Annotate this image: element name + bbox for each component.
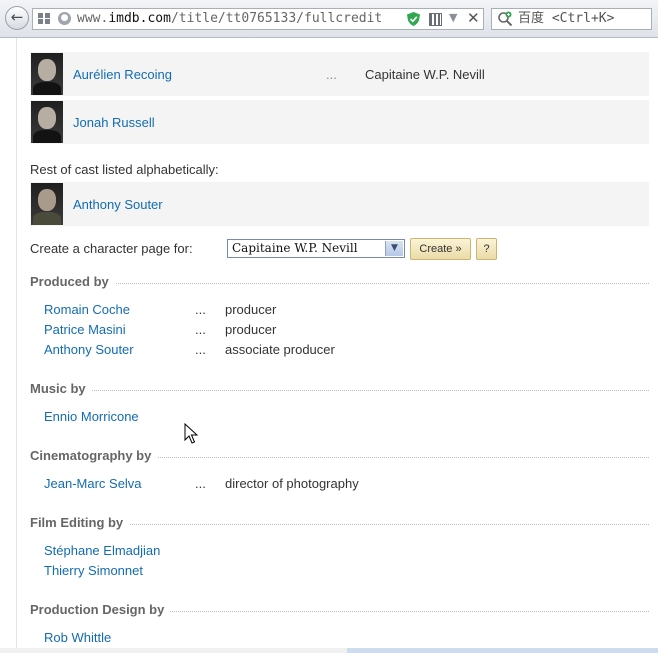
close-icon[interactable]: ✕ <box>467 9 480 27</box>
avatar[interactable] <box>31 183 63 225</box>
cast-row: Jonah Russell <box>30 100 649 144</box>
credit-row: Rob Whittle <box>44 630 644 648</box>
url-text[interactable]: www.imdb.com/title/tt0765133/fullcredit <box>77 11 403 27</box>
credit-role: director of photography <box>225 476 359 491</box>
credit-row: Thierry Simonnet <box>44 563 644 581</box>
credit-name-link[interactable]: Anthony Souter <box>44 342 134 357</box>
credit-name-link[interactable]: Patrice Masini <box>44 322 126 337</box>
create-character-label: Create a character page for: <box>30 241 193 256</box>
credit-ellipsis: ... <box>195 322 206 337</box>
qr-code-icon[interactable] <box>429 13 442 26</box>
section-heading-text: Music by <box>30 381 92 396</box>
status-bar <box>0 648 658 653</box>
avatar[interactable] <box>31 101 63 143</box>
section-heading: Produced by <box>30 274 649 292</box>
chevron-down-icon[interactable]: ▼ <box>449 11 457 24</box>
cast-name-link[interactable]: Jonah Russell <box>73 115 155 130</box>
search-icon[interactable] <box>497 11 513 27</box>
search-placeholder: 百度 <Ctrl+K> <box>518 11 615 26</box>
cast-ellipsis: ... <box>326 67 337 82</box>
section-heading-text: Film Editing by <box>30 515 130 530</box>
credit-row: Patrice Masini ... producer <box>44 322 644 340</box>
url-prefix: www. <box>77 11 109 26</box>
credit-row: Jean-Marc Selva ... director of photogra… <box>44 476 644 494</box>
credit-name-link[interactable]: Ennio Morricone <box>44 409 139 424</box>
character-select[interactable]: Capitaine W.P. Nevill ▼ <box>227 239 405 258</box>
credit-name-link[interactable]: Thierry Simonnet <box>44 563 143 578</box>
credit-row: Anthony Souter ... associate producer <box>44 342 644 360</box>
credit-name-link[interactable]: Romain Coche <box>44 302 130 317</box>
rest-of-cast-label: Rest of cast listed alphabetically: <box>30 162 219 177</box>
credit-name-link[interactable]: Jean-Marc Selva <box>44 476 142 491</box>
credit-ellipsis: ... <box>195 302 206 317</box>
page-content: Aurélien Recoing ... Capitaine W.P. Nevi… <box>16 38 658 648</box>
credit-name-link[interactable]: Stéphane Elmadjian <box>44 543 160 558</box>
credit-role: producer <box>225 302 277 317</box>
cast-character: Capitaine W.P. Nevill <box>365 67 485 82</box>
create-button[interactable]: Create » <box>410 238 471 260</box>
back-arrow-icon: ← <box>10 8 24 26</box>
search-bar[interactable]: 百度 <Ctrl+K> <box>491 8 652 30</box>
section-heading-text: Production Design by <box>30 602 171 617</box>
cast-name-link[interactable]: Aurélien Recoing <box>73 67 172 82</box>
mouse-cursor-icon <box>184 423 198 444</box>
url-domain: imdb.com <box>108 11 171 26</box>
browser-toolbar: ← ● www.imdb.com/title/tt0765133/fullcre… <box>0 0 658 38</box>
section-heading: Film Editing by <box>30 515 649 533</box>
credit-ellipsis: ... <box>195 476 206 491</box>
section-heading: Production Design by <box>30 602 649 620</box>
url-path: /title/tt0765133/fullcredit <box>170 11 383 26</box>
credit-row: Stéphane Elmadjian <box>44 543 644 561</box>
credit-ellipsis: ... <box>195 342 206 357</box>
credit-role: associate producer <box>225 342 335 357</box>
credit-role: producer <box>225 322 277 337</box>
credit-row: Romain Coche ... producer <box>44 302 644 320</box>
back-button[interactable]: ← <box>5 6 29 30</box>
apps-grid-icon[interactable] <box>38 13 51 25</box>
create-character-row: Create a character page for: Capitaine W… <box>30 238 649 262</box>
character-select-value: Capitaine W.P. Nevill <box>232 241 358 255</box>
credit-name-link[interactable]: Rob Whittle <box>44 630 111 645</box>
section-heading-text: Cinematography by <box>30 448 158 463</box>
chevron-down-icon[interactable]: ▼ <box>385 241 403 256</box>
credit-row: Ennio Morricone <box>44 409 644 427</box>
section-heading-text: Produced by <box>30 274 115 289</box>
section-heading: Cinematography by <box>30 448 649 466</box>
cast-name-link[interactable]: Anthony Souter <box>73 197 163 212</box>
cast-row: Aurélien Recoing ... Capitaine W.P. Nevi… <box>30 52 649 96</box>
help-button[interactable]: ? <box>476 238 497 260</box>
cast-row: Anthony Souter <box>30 182 649 226</box>
globe-icon: ● <box>58 12 71 25</box>
address-bar[interactable]: ● www.imdb.com/title/tt0765133/fullcredi… <box>32 8 484 30</box>
avatar[interactable] <box>31 53 63 95</box>
shield-icon[interactable] <box>407 12 420 26</box>
section-heading: Music by <box>30 381 649 399</box>
